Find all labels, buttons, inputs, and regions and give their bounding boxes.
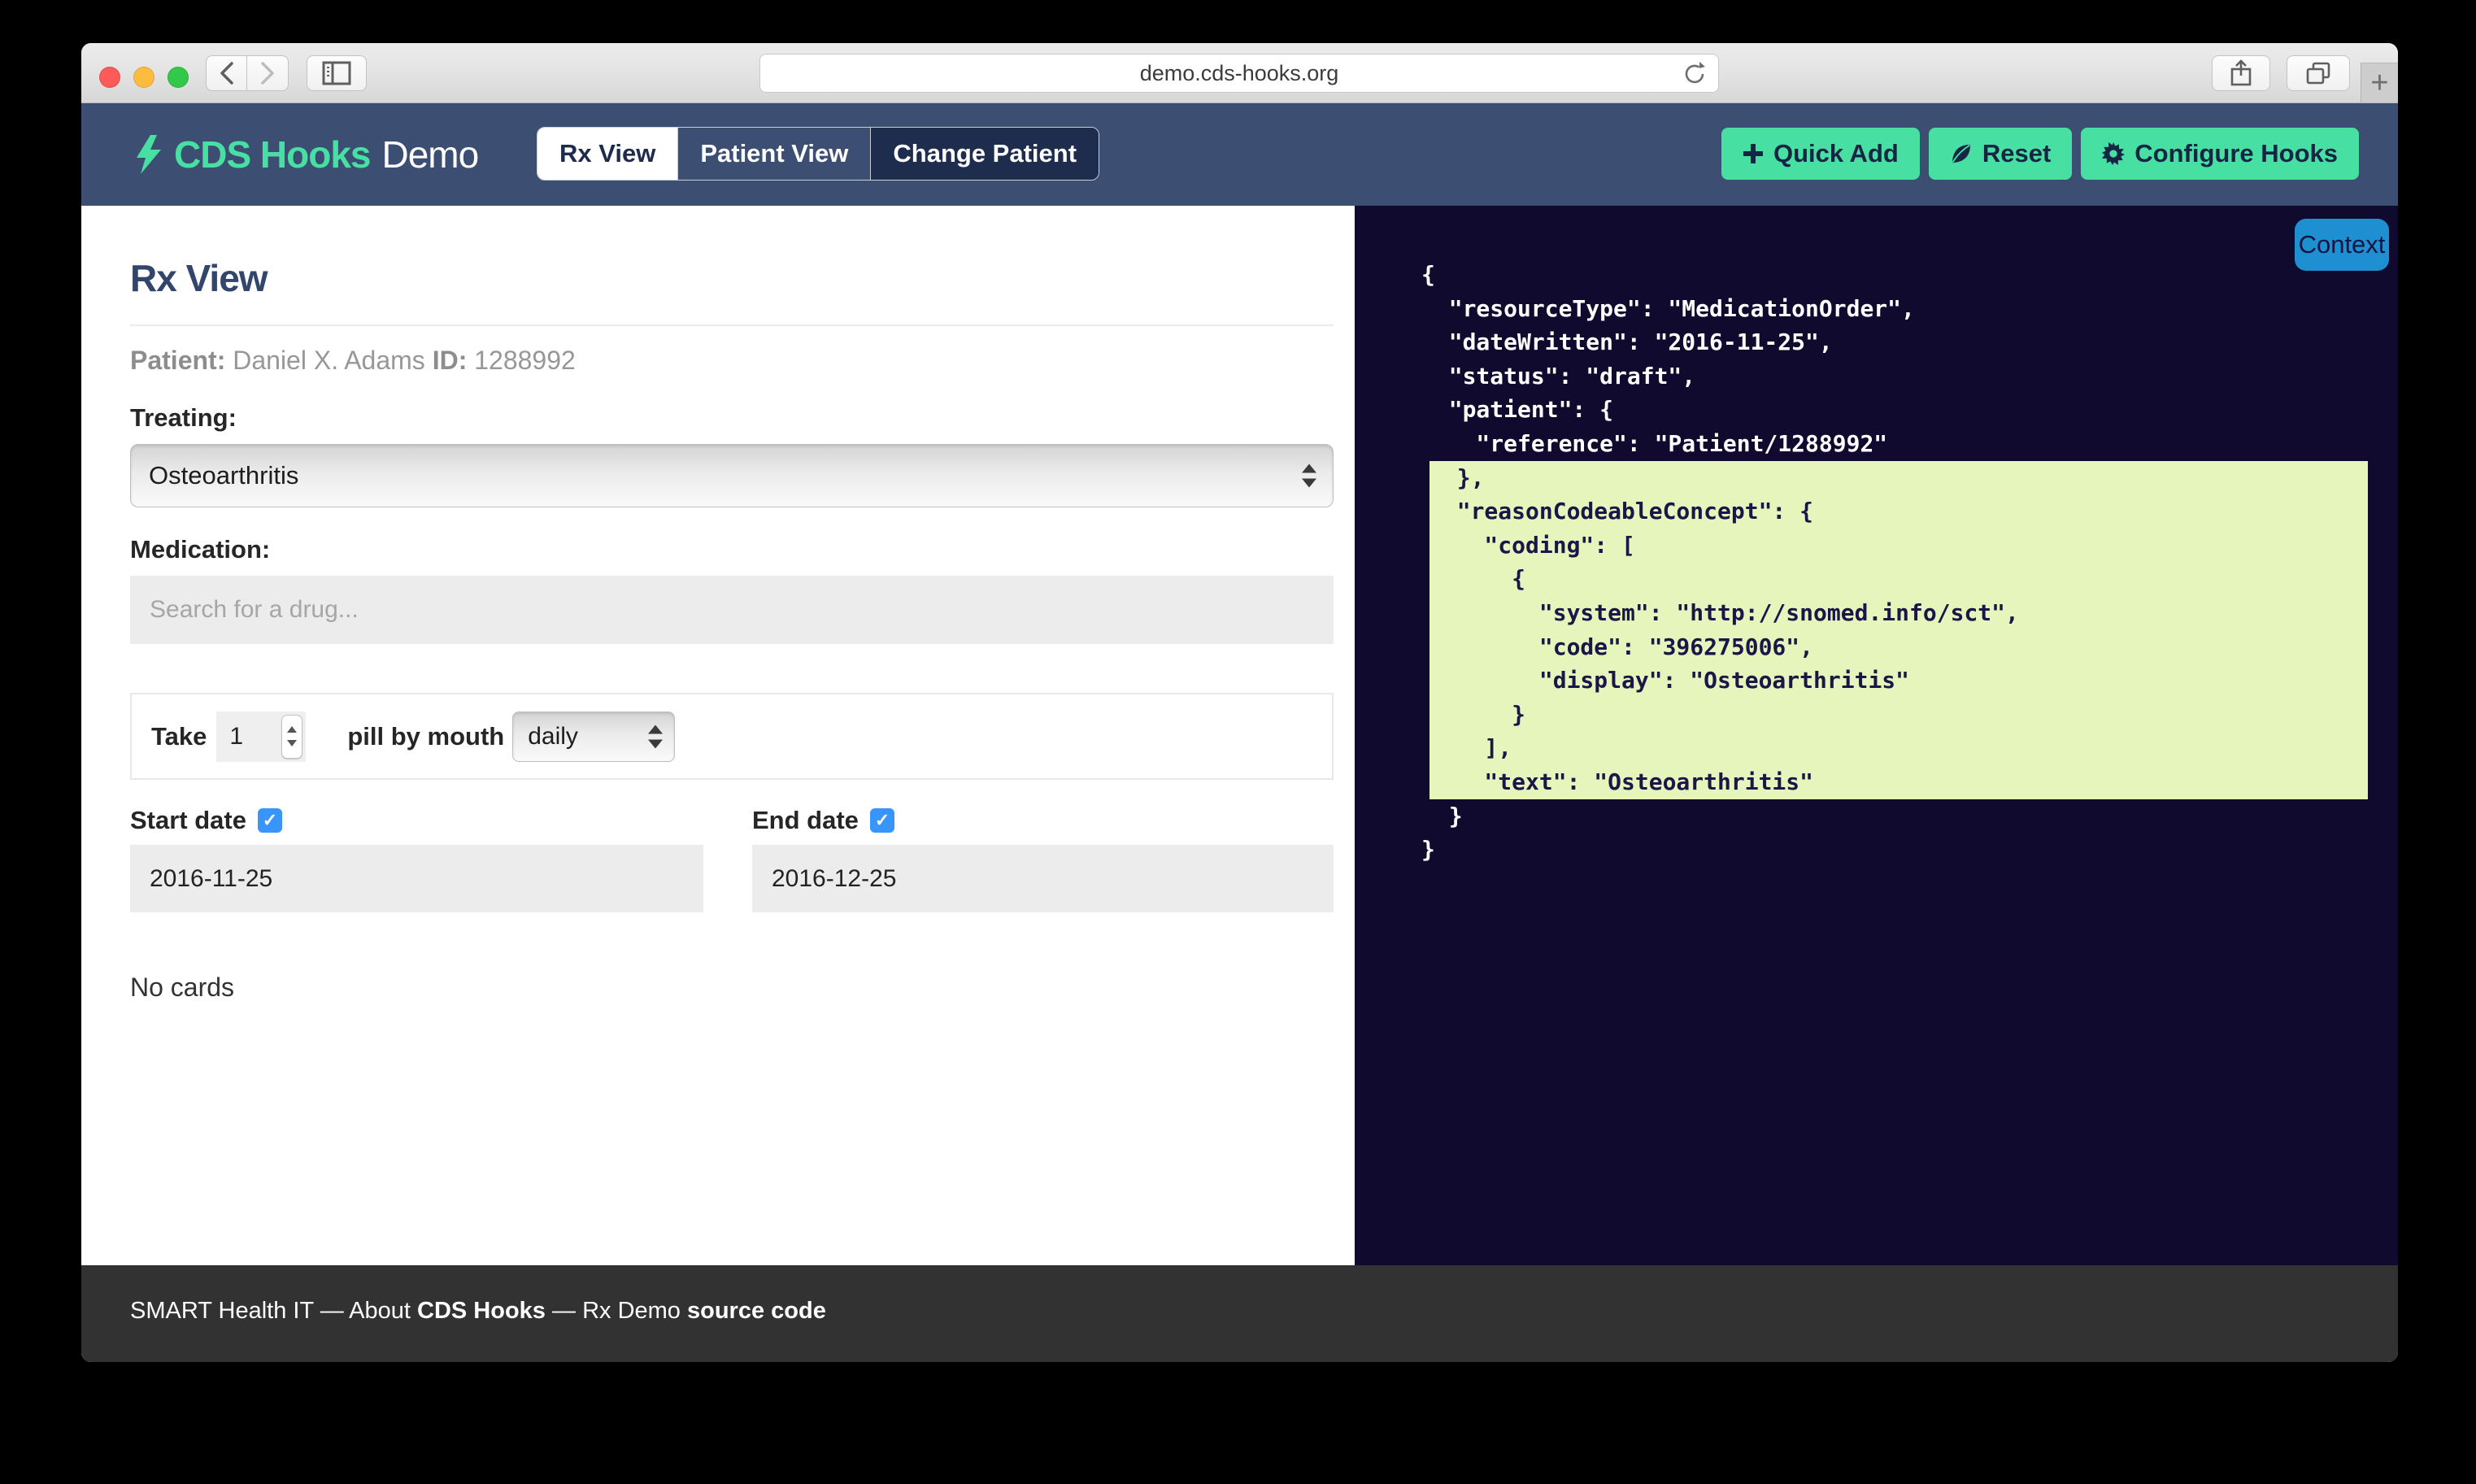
rx-form-panel: Rx View Patient: Daniel X. Adams ID: 128…	[81, 206, 1355, 1265]
reload-icon[interactable]	[1682, 61, 1707, 93]
tab-overview-icon	[2305, 61, 2331, 85]
address-bar[interactable]: demo.cds-hooks.org	[759, 54, 1719, 93]
sidebar-icon	[322, 61, 351, 85]
navbar-actions: Quick Add Reset Configure Hooks	[1721, 128, 2359, 180]
tab-patient-view[interactable]: Patient View	[677, 128, 870, 180]
back-chevron-icon	[218, 61, 236, 85]
app-footer: SMART Health IT — About CDS Hooks — Rx D…	[81, 1265, 2398, 1362]
frequency-selected-value: daily	[528, 723, 578, 751]
start-date-label-row: Start date	[130, 806, 703, 835]
brand-suffix: Demo	[381, 133, 478, 176]
forward-chevron-icon	[259, 61, 276, 85]
medication-search-input[interactable]	[130, 576, 1334, 644]
url-text: demo.cds-hooks.org	[1140, 61, 1339, 86]
medication-label: Medication:	[130, 535, 1334, 564]
close-window-button[interactable]	[99, 67, 120, 88]
code-line: {	[1429, 562, 2368, 596]
lightning-bolt-icon	[133, 134, 163, 175]
minimize-window-button[interactable]	[133, 67, 154, 88]
browser-window: demo.cds-hooks.org + CDS Hooks Demo Rx V…	[81, 43, 2398, 1362]
code-line: "code": "396275006",	[1429, 630, 2368, 664]
code-line: {	[1421, 258, 2368, 292]
select-updown-icon	[648, 725, 663, 748]
tab-overview-button[interactable]	[2287, 55, 2350, 91]
patient-id-label: ID:	[433, 346, 468, 375]
treating-select[interactable]: Osteoarthritis	[130, 444, 1334, 507]
code-line: }	[1429, 698, 2368, 732]
main-content: Rx View Patient: Daniel X. Adams ID: 128…	[81, 206, 2398, 1265]
view-tabs: Rx View Patient View Change Patient	[537, 127, 1099, 181]
code-line: "display": "Osteoarthritis"	[1429, 664, 2368, 698]
date-range-row: Start date End date	[130, 806, 1334, 912]
code-line: "reasonCodeableConcept": {	[1429, 494, 2368, 529]
end-date-input[interactable]	[752, 845, 1334, 912]
brand-name: CDS Hooks	[174, 133, 370, 176]
route-label: pill by mouth	[347, 722, 504, 751]
patient-name: Daniel X. Adams	[225, 346, 432, 375]
code-line: ],	[1429, 731, 2368, 765]
code-line: "system": "http://snomed.info/sct",	[1429, 596, 2368, 630]
plus-icon	[1743, 143, 1764, 164]
treating-selected-value: Osteoarthritis	[149, 461, 298, 490]
zoom-window-button[interactable]	[168, 67, 189, 88]
quantity-value: 1	[229, 723, 281, 751]
patient-info: Patient: Daniel X. Adams ID: 1288992	[130, 346, 1334, 376]
smart-health-it-link[interactable]: SMART Health IT	[130, 1298, 314, 1324]
start-date-input[interactable]	[130, 845, 703, 912]
stepper-updown-icon[interactable]	[281, 715, 302, 759]
frequency-select[interactable]: daily	[512, 712, 675, 762]
dose-instruction-row: Take 1 pill by mouth daily	[130, 693, 1334, 780]
browser-toolbar: demo.cds-hooks.org +	[81, 43, 2398, 103]
reset-button[interactable]: Reset	[1929, 128, 2072, 180]
select-updown-icon	[1302, 464, 1316, 488]
code-line: }	[1421, 799, 2368, 833]
page-title: Rx View	[130, 256, 1334, 300]
code-line: "text": "Osteoarthritis"	[1429, 765, 2368, 799]
code-line: "dateWritten": "2016-11-25",	[1421, 325, 2368, 359]
quick-add-button[interactable]: Quick Add	[1721, 128, 1920, 180]
gear-icon	[2102, 142, 2125, 165]
code-line: "patient": {	[1421, 393, 2368, 427]
code-line: }	[1421, 833, 2368, 867]
code-line: },	[1429, 461, 2368, 495]
code-line: "coding": [	[1429, 529, 2368, 563]
start-date-checkbox[interactable]	[258, 808, 282, 833]
cds-hooks-link[interactable]: CDS Hooks	[417, 1298, 546, 1324]
context-button[interactable]: Context	[2295, 219, 2389, 271]
tab-rx-view[interactable]: Rx View	[537, 128, 677, 180]
code-line: "resourceType": "MedicationOrder",	[1421, 292, 2368, 326]
code-line: "status": "draft",	[1421, 359, 2368, 394]
take-label: Take	[151, 722, 207, 751]
context-panel: Context { "resourceType": "MedicationOrd…	[1355, 206, 2398, 1265]
divider	[130, 324, 1334, 326]
back-button[interactable]	[206, 55, 247, 91]
patient-label: Patient:	[130, 346, 225, 375]
rx-demo-text: Rx Demo	[582, 1298, 687, 1324]
context-code: { "resourceType": "MedicationOrder", "da…	[1355, 206, 2398, 867]
source-code-link[interactable]: source code	[687, 1298, 826, 1324]
end-date-label: End date	[752, 806, 859, 835]
cards-status: No cards	[130, 973, 1334, 1003]
patient-id: 1288992	[467, 346, 575, 375]
configure-hooks-button[interactable]: Configure Hooks	[2081, 128, 2359, 180]
start-date-label: Start date	[130, 806, 246, 835]
end-date-label-row: End date	[752, 806, 1334, 835]
window-controls	[99, 67, 189, 88]
brand-link[interactable]: CDS Hooks Demo	[133, 103, 478, 206]
share-button[interactable]	[2212, 55, 2270, 91]
code-line: "reference": "Patient/1288992"	[1421, 427, 2368, 461]
treating-label: Treating:	[130, 403, 1334, 433]
app-navbar: CDS Hooks Demo Rx View Patient View Chan…	[81, 103, 2398, 206]
leaf-icon	[1950, 142, 1973, 165]
quantity-stepper[interactable]: 1	[216, 712, 306, 762]
tab-change-patient[interactable]: Change Patient	[870, 128, 1099, 180]
end-date-checkbox[interactable]	[870, 808, 894, 833]
about-text: About	[349, 1298, 417, 1324]
sidebar-button[interactable]	[307, 55, 367, 91]
forward-button[interactable]	[247, 55, 289, 91]
plus-tab-icon: +	[2370, 66, 2388, 101]
new-tab-button[interactable]: +	[2361, 63, 2398, 102]
share-icon	[2230, 59, 2252, 87]
